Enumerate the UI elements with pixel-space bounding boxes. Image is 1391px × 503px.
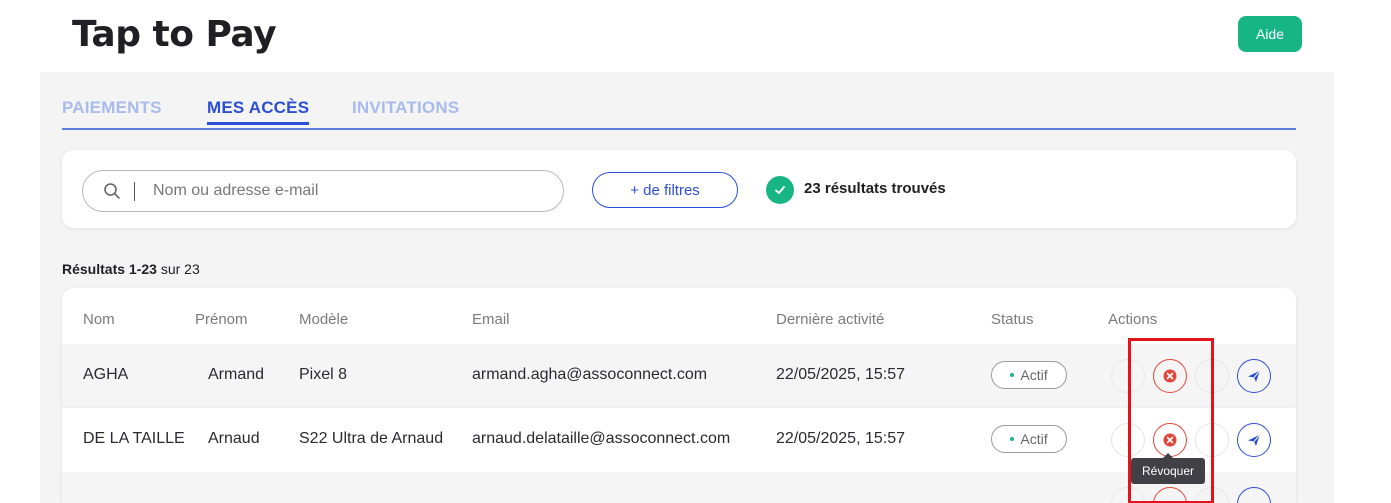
column-header-modele[interactable]: Modèle [299, 311, 348, 328]
cell-nom: DE LA TAILLE [83, 430, 185, 447]
cell-modele: S22 Ultra de Arnaud [299, 430, 444, 447]
page-title: Tap to Pay [72, 14, 277, 55]
tab-mes-acces[interactable]: MES ACCÈS [207, 98, 310, 125]
status-dot-icon [1010, 437, 1015, 441]
filter-card: + de filtres 23 résultats trouvés [62, 150, 1296, 228]
send-paper-plane-icon [1248, 370, 1261, 382]
page-header: Tap to Pay Aide [0, 0, 1391, 72]
status-label: Actif [1020, 367, 1048, 383]
results-total: sur 23 [160, 261, 200, 277]
column-header-prenom[interactable]: Prénom [195, 311, 248, 328]
cell-derniere-activite: 22/05/2025, 15:57 [776, 430, 906, 447]
status-badge: Actif [991, 361, 1067, 389]
revoke-tooltip: Révoquer [1131, 453, 1205, 484]
results-range: Résultats 1-23 [62, 261, 157, 277]
status-dot-icon [1010, 373, 1015, 377]
access-table: Nom Prénom Modèle Email Dernière activit… [62, 288, 1296, 503]
send-invitation-button[interactable] [1237, 487, 1271, 503]
table-row[interactable]: AGHA Armand Pixel 8 armand.agha@assoconn… [62, 344, 1296, 408]
status-badge: Actif [991, 425, 1067, 453]
cell-derniere-activite: 22/05/2025, 15:57 [776, 366, 906, 383]
search-icon [104, 183, 120, 199]
send-invitation-button[interactable] [1237, 423, 1271, 457]
page: Tap to Pay Aide PAIEMENTS MES ACCÈS INVI… [0, 0, 1391, 503]
column-header-status[interactable]: Status [991, 311, 1034, 328]
cell-email: armand.agha@assoconnect.com [472, 366, 708, 383]
more-filters-button[interactable]: + de filtres [592, 172, 738, 208]
column-header-actions: Actions [1108, 311, 1158, 328]
cell-nom: AGHA [83, 366, 129, 383]
column-header-email[interactable]: Email [472, 311, 510, 328]
column-header-nom[interactable]: Nom [83, 311, 115, 328]
send-paper-plane-icon [1248, 434, 1261, 446]
help-button[interactable]: Aide [1238, 16, 1302, 52]
search-input[interactable] [153, 177, 553, 205]
search-separator [134, 182, 135, 201]
cell-prenom: Arnaud [208, 430, 260, 447]
table-row[interactable]: DE LA TAILLE Arnaud S22 Ultra de Arnaud … [62, 408, 1296, 472]
cell-modele: Pixel 8 [299, 366, 348, 383]
results-count: Résultats 1-23 sur 23 [62, 261, 200, 277]
tab-paiements[interactable]: PAIEMENTS [62, 98, 162, 118]
results-found-label: 23 résultats trouvés [804, 180, 946, 197]
cell-prenom: Armand [208, 366, 265, 383]
tab-invitations[interactable]: INVITATIONS [352, 98, 459, 118]
cell-email: arnaud.delataille@assoconnect.com [472, 430, 731, 447]
column-header-derniere-activite[interactable]: Dernière activité [776, 311, 884, 328]
table-row[interactable] [62, 472, 1296, 503]
search-box[interactable] [82, 170, 564, 212]
check-circle-icon [766, 176, 794, 204]
tab-bar: PAIEMENTS MES ACCÈS INVITATIONS [62, 98, 1296, 130]
status-label: Actif [1020, 431, 1048, 447]
send-invitation-button[interactable] [1237, 359, 1271, 393]
